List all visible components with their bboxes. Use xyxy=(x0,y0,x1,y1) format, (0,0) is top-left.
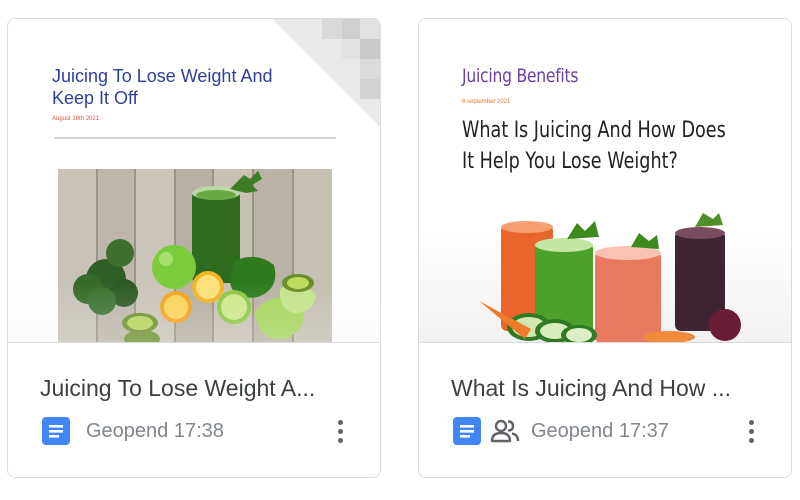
thumbnail-title: What Is Juicing And How Does It Help You… xyxy=(462,118,726,174)
last-opened-text: Geopend 17:37 xyxy=(531,419,669,442)
file-card[interactable]: Juicing Benefits 6 september 2021 What I… xyxy=(418,18,792,478)
file-title[interactable]: Juicing To Lose Weight A... xyxy=(40,375,362,402)
google-docs-icon xyxy=(453,417,481,445)
more-options-button[interactable] xyxy=(328,415,352,447)
juice-glasses-photo xyxy=(479,213,741,342)
document-thumbnail[interactable]: Juicing To Lose Weight And Keep It Off A… xyxy=(8,19,380,343)
shared-people-icon xyxy=(490,419,520,443)
thumbnail-date: 6 september 2021 xyxy=(462,99,511,105)
last-opened-text: Geopend 17:38 xyxy=(86,419,224,442)
file-card[interactable]: Juicing To Lose Weight And Keep It Off A… xyxy=(7,18,381,478)
more-options-button[interactable] xyxy=(739,415,763,447)
thumbnail-fade xyxy=(8,282,380,342)
file-meta: Geopend 17:38 xyxy=(40,415,224,447)
thumbnail-title: Juicing To Lose Weight And Keep It Off xyxy=(52,66,273,108)
more-vert-icon xyxy=(748,419,754,425)
thumbnail-divider xyxy=(54,137,336,139)
more-vert-icon xyxy=(337,419,343,425)
thumbnail-date: August 16th 2021 xyxy=(52,116,100,122)
file-title[interactable]: What Is Juicing And How ... xyxy=(451,375,773,402)
file-meta: Geopend 17:37 xyxy=(451,415,669,447)
document-thumbnail[interactable]: Juicing Benefits 6 september 2021 What I… xyxy=(419,19,791,343)
google-docs-icon xyxy=(42,417,70,445)
thumbnail-heading: Juicing Benefits xyxy=(462,65,579,87)
